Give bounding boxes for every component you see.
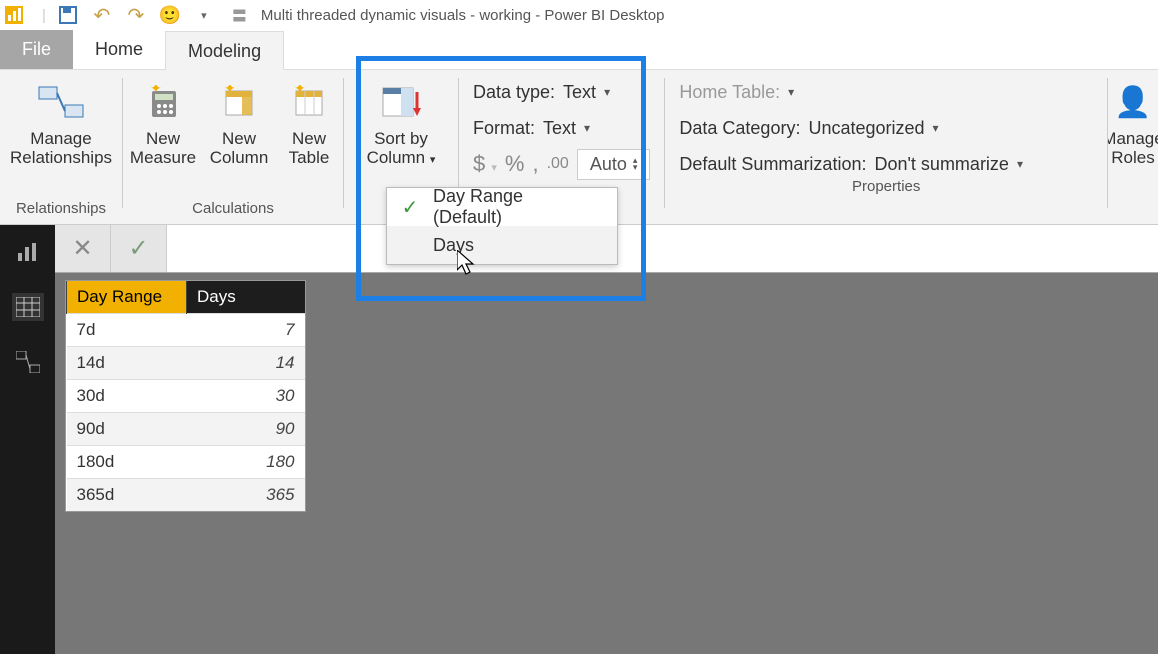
group-properties-label: Properties (852, 178, 920, 202)
quick-access-toolbar: | ↶ ↷ 🙂 ▾ 〓 (4, 5, 251, 26)
tabstrip: File Home Modeling (0, 30, 1158, 70)
format-value: Text (543, 118, 576, 139)
titlebar: | ↶ ↷ 🙂 ▾ 〓 Multi threaded dynamic visua… (0, 0, 1158, 30)
data-type-row[interactable]: Data type: Text ▾ (473, 78, 650, 106)
data-type-label: Data type: (473, 82, 555, 103)
formula-input[interactable] (167, 225, 1158, 272)
percent-icon[interactable]: % (505, 151, 525, 177)
save-icon[interactable] (58, 5, 78, 25)
summarization-value: Don't summarize (874, 154, 1008, 175)
tab-modeling[interactable]: Modeling (165, 31, 284, 70)
window-title: Multi threaded dynamic visuals - working… (261, 7, 665, 24)
model-view-icon[interactable] (16, 351, 40, 373)
app-icon (4, 5, 24, 25)
summarization-label: Default Summarization: (679, 154, 866, 175)
view-rail (0, 225, 55, 654)
commit-formula-icon[interactable]: ✓ (111, 225, 167, 272)
roles-icon: 👤 (1114, 80, 1151, 124)
data-canvas: Day Range Days 7d7 14d14 30d30 90d90 180… (55, 273, 1158, 654)
relationships-icon (37, 80, 85, 124)
group-relationships: Manage Relationships Relationships (0, 70, 122, 224)
sort-by-column-label: Sort by Column ▾ (367, 130, 436, 167)
new-table-button[interactable]: ✦ New Table (281, 76, 337, 200)
face-icon[interactable]: 🙂 (160, 5, 180, 25)
check-icon: ✓ (387, 195, 433, 220)
qat-separator: | (42, 7, 46, 24)
svg-text:✦: ✦ (224, 85, 236, 96)
dropdown-caret-icon: ▾ (788, 85, 794, 99)
dropdown-caret-icon: ▾ (1017, 157, 1023, 171)
decimal-icon[interactable]: .00 (547, 155, 569, 173)
manage-roles-label: Manage Roles (1108, 130, 1158, 167)
data-grid[interactable]: Day Range Days 7d7 14d14 30d30 90d90 180… (65, 280, 306, 512)
data-type-value: Text (563, 82, 596, 103)
new-measure-button[interactable]: ✦ New Measure (129, 76, 197, 200)
qat-dropdown-icon[interactable]: ▾ (194, 5, 214, 25)
data-category-value: Uncategorized (808, 118, 924, 139)
undo-icon[interactable]: ↶ (92, 5, 112, 25)
tab-home[interactable]: Home (73, 30, 165, 69)
table-row[interactable]: 90d90 (67, 413, 305, 446)
group-calculations: ✦ New Measure ✦ New Column ✦ New Table C… (123, 70, 343, 224)
group-calculations-label: Calculations (192, 200, 274, 224)
data-category-label: Data Category: (679, 118, 800, 139)
sort-option-label: Days (433, 235, 494, 256)
home-table-label: Home Table: (679, 82, 780, 103)
spinner-icon[interactable]: ▴▾ (633, 157, 638, 171)
svg-text:✦: ✦ (294, 85, 306, 96)
manage-roles-button[interactable]: 👤 Manage Roles (1108, 76, 1158, 224)
redo-icon[interactable]: ↷ (126, 5, 146, 25)
column-icon: ✦ (222, 80, 256, 124)
sort-icon (381, 80, 421, 124)
home-table-row[interactable]: Home Table: ▾ (679, 78, 1093, 106)
data-view-icon[interactable] (12, 293, 44, 321)
table-icon: ✦ (292, 80, 326, 124)
report-view-icon[interactable] (16, 243, 40, 263)
format-label: Format: (473, 118, 535, 139)
new-column-label: New Column (210, 130, 269, 167)
group-relationships-label: Relationships (16, 200, 106, 224)
qat-separator-2: 〓 (232, 5, 247, 26)
format-row[interactable]: Format: Text ▾ (473, 114, 650, 142)
table-row[interactable]: 14d14 (67, 347, 305, 380)
dropdown-caret-icon: ▾ (584, 121, 590, 135)
sort-by-column-menu: ✓ Day Range (Default) Days (386, 187, 618, 265)
measure-icon: ✦ (146, 80, 180, 124)
group-security: 👤 Manage Roles (1108, 70, 1158, 224)
currency-icon[interactable]: $ ▾ (473, 151, 497, 177)
dropdown-caret-icon: ▾ (933, 121, 939, 135)
new-column-button[interactable]: ✦ New Column (205, 76, 273, 200)
svg-text:✦: ✦ (150, 85, 162, 96)
group-properties: Home Table: ▾ Data Category: Uncategoriz… (665, 70, 1107, 224)
sort-option-label: Day Range (Default) (433, 186, 617, 228)
tab-file[interactable]: File (0, 30, 73, 69)
table-row[interactable]: 365d365 (67, 479, 305, 512)
number-format-row: $ ▾ % , .00 Auto ▴▾ (473, 150, 650, 178)
data-grid-body: 7d7 14d14 30d30 90d90 180d180 365d365 (67, 314, 305, 512)
summarization-row[interactable]: Default Summarization: Don't summarize ▾ (679, 150, 1093, 178)
sort-by-column-button[interactable]: Sort by Column ▾ (358, 76, 444, 200)
column-header-days[interactable]: Days (187, 281, 305, 314)
cancel-formula-icon[interactable]: ✕ (55, 225, 111, 272)
manage-relationships-button[interactable]: Manage Relationships (6, 76, 116, 200)
sort-option-day-range[interactable]: ✓ Day Range (Default) (387, 188, 617, 226)
column-header-day-range[interactable]: Day Range (67, 281, 187, 314)
sort-option-days[interactable]: Days (387, 226, 617, 264)
auto-label: Auto (590, 154, 627, 175)
new-table-label: New Table (289, 130, 330, 167)
table-row[interactable]: 7d7 (67, 314, 305, 347)
new-measure-label: New Measure (130, 130, 196, 167)
manage-relationships-label: Manage Relationships (10, 130, 112, 167)
data-category-row[interactable]: Data Category: Uncategorized ▾ (679, 114, 1093, 142)
auto-decimal-box[interactable]: Auto ▴▾ (577, 149, 651, 180)
comma-icon[interactable]: , (532, 151, 538, 177)
dropdown-caret-icon: ▾ (604, 85, 610, 99)
table-row[interactable]: 30d30 (67, 380, 305, 413)
table-row[interactable]: 180d180 (67, 446, 305, 479)
